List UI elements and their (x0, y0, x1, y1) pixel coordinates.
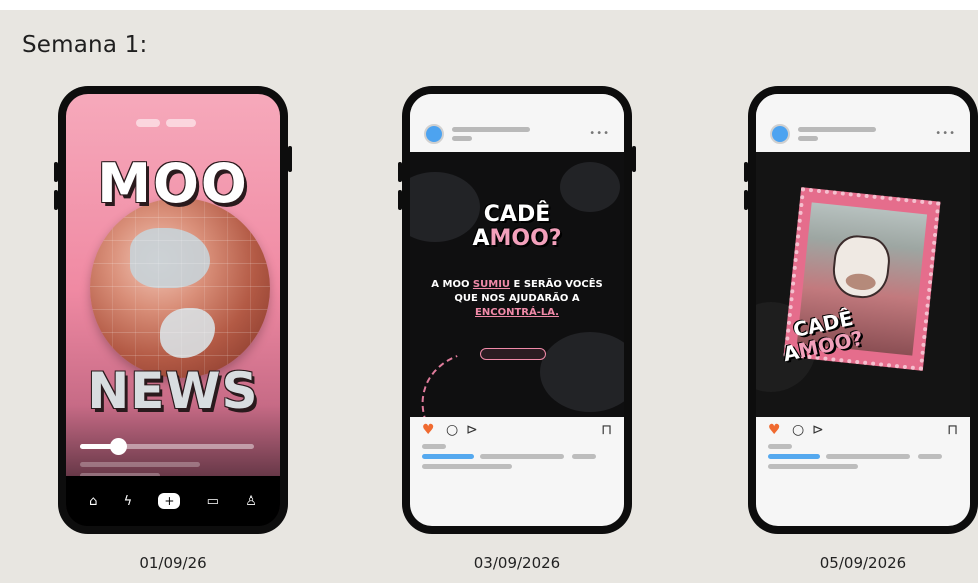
news-headline: NEWS (87, 362, 259, 420)
reels-bottom-nav: ⌂ ϟ + ▭ ♙ (66, 476, 280, 526)
avatar[interactable] (424, 124, 444, 144)
video-progress-bar[interactable] (80, 438, 254, 455)
comment-icon[interactable]: ○ (792, 422, 804, 438)
post-date: 03/09/2026 (473, 554, 561, 572)
post-image[interactable]: CADÊ AMOO? A MOO SUMIU E SERÃO VOCÊS QUE… (410, 152, 624, 417)
reels-top-indicators (136, 112, 210, 127)
username-placeholder (452, 127, 530, 132)
shop-icon[interactable]: ▭ (207, 494, 219, 509)
add-icon[interactable]: + (158, 493, 181, 509)
home-icon[interactable]: ⌂ (89, 494, 97, 509)
post-date: 05/09/2026 (819, 554, 907, 572)
post-image[interactable]: CADÊ AMOO? (756, 152, 970, 417)
bookmark-icon[interactable]: ⊓ (947, 422, 958, 438)
avatar[interactable] (770, 124, 790, 144)
post-date: 01/09/26 (139, 554, 207, 572)
post-header: ••• (756, 94, 970, 149)
content-board: Semana 1: MOO NEWS ⌂ ϟ + ▭ ♙ 01/09/26 ••… (0, 10, 978, 583)
feed-screen: ••• CADÊ AMOO? A MOO SUMIU E SERÃO VOCÊS… (410, 94, 624, 526)
phone-mockup-feed-2: ••• CADÊ AMOO? ♥ ○ ⊳ ⊓ (744, 86, 978, 534)
globe-illustration (90, 198, 270, 378)
likes-bar (422, 454, 474, 459)
phone-mockup-reels: MOO NEWS ⌂ ϟ + ▭ ♙ (54, 86, 292, 534)
brand-title-amoo: AMOO? (472, 226, 562, 251)
post-actions: ♥ ○ ⊳ ⊓ (756, 422, 970, 444)
profile-icon[interactable]: ♙ (245, 494, 257, 509)
cta-pill[interactable] (480, 348, 546, 360)
week-title: Semana 1: (22, 32, 148, 58)
comment-icon[interactable]: ○ (446, 422, 458, 438)
more-icon[interactable]: ••• (589, 128, 610, 139)
bolt-icon[interactable]: ϟ (124, 494, 133, 509)
post-caption: A MOO SUMIU E SERÃO VOCÊS QUE NOS AJUDAR… (431, 279, 603, 318)
more-icon[interactable]: ••• (935, 128, 956, 139)
feed-screen: ••• CADÊ AMOO? ♥ ○ ⊳ ⊓ (756, 94, 970, 526)
progress-knob[interactable] (110, 438, 128, 455)
brand-title-cade: CADÊ (483, 202, 551, 227)
post-actions: ♥ ○ ⊳ ⊓ (410, 422, 624, 444)
username-placeholder (798, 127, 876, 132)
send-icon[interactable]: ⊳ (466, 422, 478, 438)
send-icon[interactable]: ⊳ (812, 422, 824, 438)
bookmark-icon[interactable]: ⊓ (601, 422, 612, 438)
reels-screen[interactable]: MOO NEWS ⌂ ϟ + ▭ ♙ (66, 94, 280, 526)
moo-headline: MOO (97, 152, 249, 215)
heart-icon[interactable]: ♥ (422, 422, 435, 438)
likes-bar (768, 454, 820, 459)
phone-mockup-feed-1: ••• CADÊ AMOO? A MOO SUMIU E SERÃO VOCÊS… (398, 86, 636, 534)
heart-icon[interactable]: ♥ (768, 422, 781, 438)
post-header: ••• (410, 94, 624, 149)
